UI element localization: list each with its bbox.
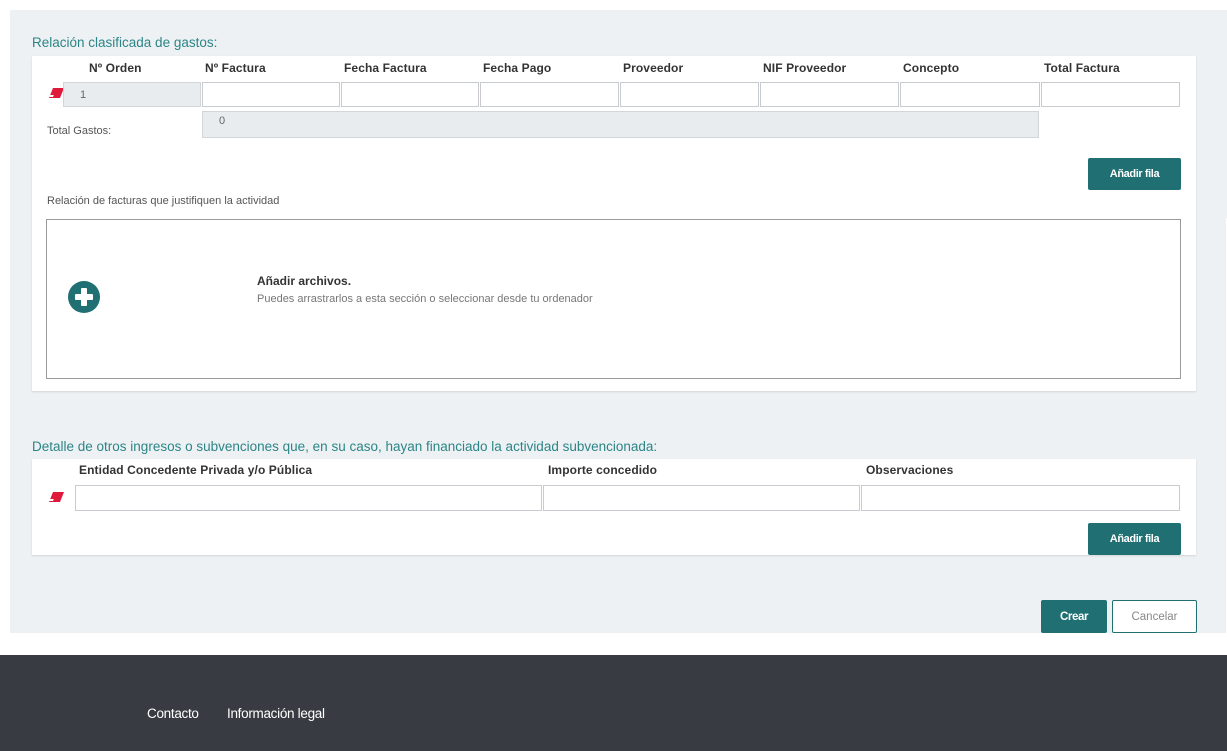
other-income-section-title: Detalle de otros ingresos o subvenciones… <box>32 439 658 454</box>
col-header-entity: Entidad Concedente Privada y/o Pública <box>79 463 313 477</box>
footer <box>0 655 1227 751</box>
footer-link-contact[interactable]: Contacto <box>147 706 199 721</box>
observations-input[interactable] <box>861 485 1180 511</box>
eraser-icon[interactable] <box>49 492 64 502</box>
cancel-button[interactable]: Cancelar <box>1112 600 1197 633</box>
supplier-nif-input[interactable] <box>760 82 899 107</box>
invoice-date-input[interactable] <box>341 82 479 107</box>
total-invoice-input[interactable] <box>1041 82 1180 107</box>
entity-input[interactable] <box>75 485 542 511</box>
supplier-input[interactable] <box>620 82 759 107</box>
footer-link-legal[interactable]: Información legal <box>227 706 325 721</box>
payment-date-input[interactable] <box>480 82 619 107</box>
eraser-icon[interactable] <box>49 88 64 98</box>
col-header-supplier: Proveedor <box>623 61 684 75</box>
add-income-row-button[interactable]: Añadir fila <box>1088 523 1181 555</box>
invoice-number-input[interactable] <box>202 82 340 107</box>
dropzone-hint: Puedes arrastrarlos a esta sección o sel… <box>257 293 593 305</box>
file-dropzone[interactable] <box>46 219 1181 379</box>
form-area-edge <box>1196 10 1227 218</box>
col-header-total: Total Factura <box>1044 61 1120 75</box>
col-header-invoice-no: Nº Factura <box>205 61 266 75</box>
invoices-label: Relación de facturas que justifiquen la … <box>47 195 280 207</box>
col-header-observations: Observaciones <box>866 463 954 477</box>
dropzone-title: Añadir archivos. <box>257 274 352 288</box>
expenses-section-title: Relación clasificada de gastos: <box>32 35 218 50</box>
total-expenses-field <box>202 111 1039 138</box>
create-button[interactable]: Crear <box>1041 600 1107 633</box>
add-expense-row-button[interactable]: Añadir fila <box>1088 158 1181 190</box>
plus-circle-icon[interactable] <box>68 281 100 313</box>
concept-input[interactable] <box>900 82 1040 107</box>
col-header-order: Nº Orden <box>89 61 142 75</box>
col-header-payment-date: Fecha Pago <box>483 61 552 75</box>
col-header-invoice-date: Fecha Factura <box>344 61 427 75</box>
order-number-field <box>63 82 201 107</box>
col-header-supplier-nif: NIF Proveedor <box>763 61 847 75</box>
col-header-concept: Concepto <box>903 61 960 75</box>
col-header-amount: Importe concedido <box>548 463 658 477</box>
amount-granted-input[interactable] <box>543 485 860 511</box>
total-expenses-label: Total Gastos: <box>47 125 112 137</box>
